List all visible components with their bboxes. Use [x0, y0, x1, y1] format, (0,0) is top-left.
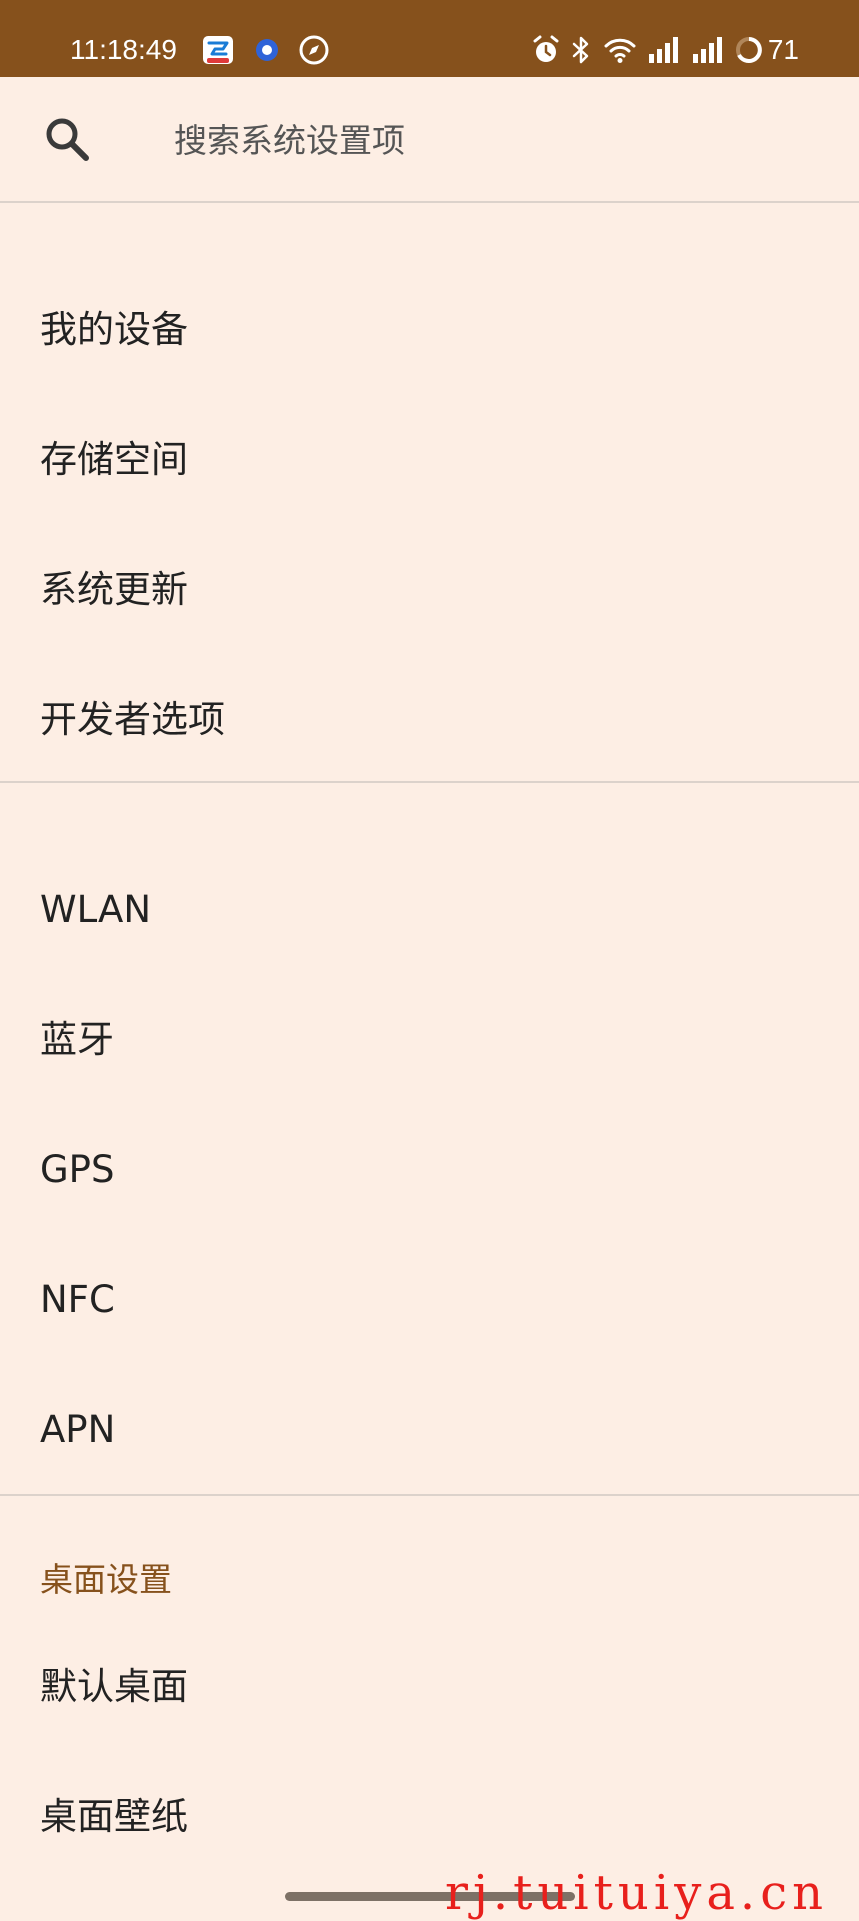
- section-divider: [0, 1494, 859, 1496]
- signal-icon: [692, 36, 726, 64]
- app-notification-icon: [202, 34, 234, 66]
- watermark-text: rj.tuituiya.cn: [445, 1865, 828, 1921]
- setting-item-nfc[interactable]: NFC: [0, 1245, 859, 1355]
- section-divider: [0, 781, 859, 783]
- status-left-icons: [202, 33, 330, 67]
- setting-item-system-update[interactable]: 系统更新: [0, 535, 859, 645]
- search-input[interactable]: [174, 115, 794, 165]
- wifi-icon: [604, 37, 636, 63]
- setting-item-label: GPS: [40, 1148, 115, 1191]
- alarm-icon: [532, 35, 560, 65]
- section-header-desktop: 桌面设置: [40, 1560, 172, 1599]
- setting-item-my-device[interactable]: 我的设备: [0, 275, 859, 385]
- battery-level: 71: [767, 34, 799, 65]
- setting-item-label: 默认桌面: [40, 1665, 188, 1708]
- setting-item-wlan[interactable]: WLAN: [0, 855, 859, 965]
- setting-item-label: APN: [40, 1408, 116, 1451]
- setting-item-apn[interactable]: APN: [0, 1375, 859, 1485]
- search-bar: [0, 77, 859, 203]
- setting-item-bluetooth[interactable]: 蓝牙: [0, 985, 859, 1095]
- setting-item-default-launcher[interactable]: 默认桌面: [0, 1632, 859, 1742]
- signal-icon: [648, 36, 682, 64]
- setting-item-wallpaper[interactable]: 桌面壁纸: [0, 1762, 859, 1872]
- setting-item-label: 蓝牙: [40, 1018, 114, 1061]
- battery-ring-icon: [734, 35, 764, 65]
- setting-item-gps[interactable]: GPS: [0, 1115, 859, 1225]
- setting-item-label: WLAN: [40, 888, 152, 931]
- status-time: 11:18:49: [70, 34, 177, 65]
- setting-item-label: NFC: [40, 1278, 115, 1321]
- setting-item-label: 存储空间: [40, 438, 188, 481]
- setting-item-label: 桌面壁纸: [40, 1795, 188, 1838]
- status-bar: 11:18:49 71: [0, 0, 859, 77]
- status-right-icons: 71: [532, 33, 799, 67]
- compass-notification-icon: [298, 34, 330, 66]
- setting-item-label: 我的设备: [40, 308, 188, 351]
- setting-item-label: 开发者选项: [40, 698, 225, 741]
- setting-item-label: 系统更新: [40, 568, 188, 611]
- dot-notification-icon: [254, 37, 280, 63]
- search-icon[interactable]: [44, 116, 90, 162]
- setting-item-storage[interactable]: 存储空间: [0, 405, 859, 515]
- setting-item-developer-options[interactable]: 开发者选项: [0, 665, 859, 775]
- bluetooth-icon: [570, 35, 592, 65]
